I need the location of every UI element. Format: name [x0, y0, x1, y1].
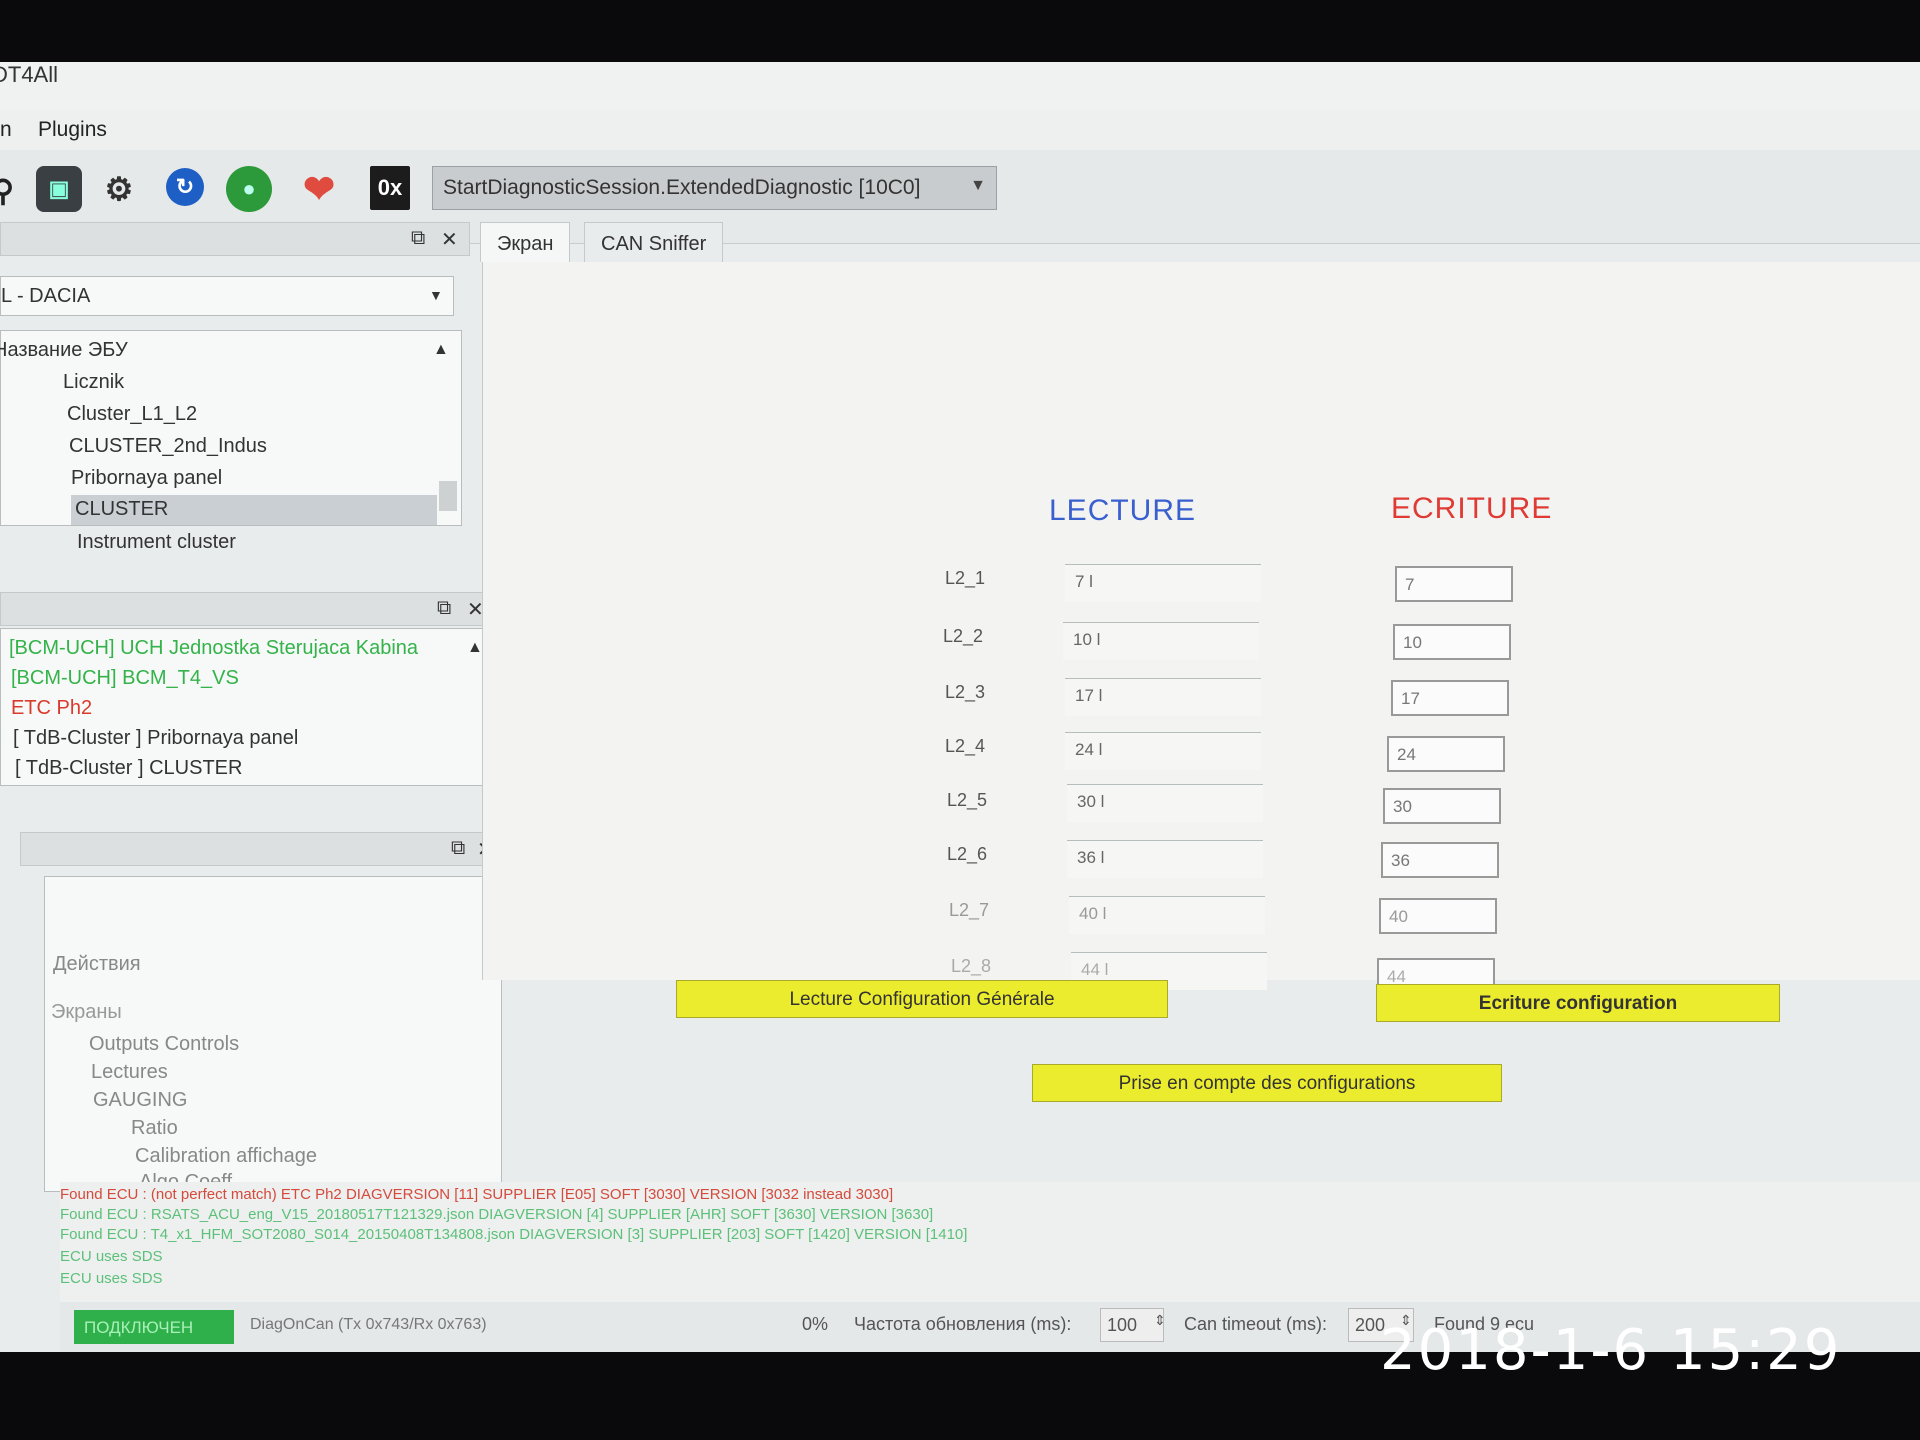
row-label: L2_7: [949, 900, 990, 920]
diagnostic-session-select[interactable]: StartDiagnosticSession.ExtendedDiagnosti…: [432, 166, 997, 210]
write-input[interactable]: 17: [1391, 680, 1509, 716]
ecu-dock-titlebar: ⧉ ✕: [0, 222, 470, 256]
row-label: L2_5: [947, 790, 988, 810]
row-label: L2_8: [951, 956, 992, 976]
ecu-list-scrollbar[interactable]: [439, 481, 457, 511]
tab-can-sniffer[interactable]: CAN Sniffer: [584, 222, 724, 262]
row-label: L2_4: [945, 736, 986, 756]
chevron-down-icon: ▼: [970, 177, 986, 194]
lecture-title: LECTURE: [1049, 494, 1197, 527]
found-ecu-item[interactable]: [BCM-UCH] BCM_T4_VS: [11, 667, 239, 690]
screens-tree-item[interactable]: GAUGING: [93, 1089, 187, 1112]
found-dock-titlebar: ⧉ ✕: [0, 592, 492, 626]
found-ecu-item[interactable]: [ TdB-Cluster ] Pribornaya panel: [13, 727, 298, 750]
write-input[interactable]: 30: [1383, 788, 1501, 824]
ecu-list-item[interactable]: Cluster_L1_L2: [67, 403, 197, 426]
row-label: L2_2: [943, 626, 984, 646]
found-ecu-item[interactable]: [BCM-UCH] UCH Jednostka Sterujaca Kabina: [9, 637, 418, 660]
screens-tree: Действия Экраны Outputs Controls Lecture…: [44, 876, 502, 1193]
connect-globe-icon[interactable]: ●: [226, 166, 272, 212]
log-line: ECU uses SDS: [60, 1248, 163, 1265]
vehicle-select[interactable]: L - DACIA ▼: [0, 276, 454, 316]
read-value: 30 l: [1067, 784, 1263, 822]
write-input[interactable]: 7: [1395, 566, 1513, 602]
screens-tree-item[interactable]: Outputs Controls: [89, 1033, 239, 1056]
log-line: Found ECU : T4_x1_HFM_SOT2080_S014_20150…: [60, 1226, 968, 1243]
ecu-list-item[interactable]: Licznik: [63, 371, 124, 394]
connection-status-badge: ПОДКЛЮЧЕН: [74, 1310, 234, 1344]
heartbeat-icon[interactable]: ❤: [296, 166, 342, 212]
float-dock-icon[interactable]: ⧉: [437, 597, 451, 620]
tab-screen[interactable]: Экран: [480, 222, 571, 262]
ecu-list-item-label: CLUSTER: [75, 498, 169, 520]
ecu-list-header: Название ЭБУ: [0, 339, 128, 361]
screens-tree-header: Действия: [53, 953, 141, 975]
menu-item-plugins[interactable]: Plugins: [38, 118, 107, 142]
screens-tree-item[interactable]: Ratio: [131, 1117, 178, 1140]
log-line: Found ECU : RSATS_ACU_eng_V15_20180517T1…: [60, 1206, 934, 1223]
log-line: Found ECU : (not perfect match) ETC Ph2 …: [60, 1186, 894, 1203]
settings-scan-icon[interactable]: ⚙: [96, 166, 142, 212]
row-label: L2_6: [947, 844, 988, 864]
read-value: 10 l: [1063, 622, 1259, 660]
refresh-rate-label: Частота обновления (ms):: [854, 1314, 1072, 1334]
ecu-list-item[interactable]: Instrument cluster: [77, 531, 236, 554]
chevron-up-icon[interactable]: ▲: [433, 341, 449, 359]
screens-tree-item[interactable]: Lectures: [91, 1061, 168, 1084]
float-dock-icon[interactable]: ⧉: [451, 837, 465, 860]
protocol-info: DiagOnCan (Tx 0x743/Rx 0x763): [250, 1316, 487, 1333]
read-value: 40 l: [1069, 896, 1265, 934]
read-value: 36 l: [1067, 840, 1263, 878]
screen-content: LECTURE ECRITURE L2_1 7 l 7 L2_2 10 l 10…: [482, 262, 1920, 994]
screens-dock-titlebar: ⧉ ✕: [20, 832, 496, 866]
row-label: L2_3: [945, 682, 986, 702]
read-value: 7 l: [1065, 564, 1261, 602]
ecu-list-item-selected[interactable]: CLUSTER: [71, 495, 437, 525]
log-line: ECU uses SDS: [60, 1270, 163, 1287]
ecu-list: Название ЭБУ Licznik Cluster_L1_L2 CLUST…: [0, 330, 462, 553]
read-value: 17 l: [1065, 678, 1261, 716]
prise-en-compte-button[interactable]: Prise en compte des configurations: [1032, 1064, 1502, 1102]
ecu-list-item[interactable]: CLUSTER_2nd_Indus: [69, 435, 267, 458]
title-bar: DT4All: [0, 62, 1920, 110]
write-input[interactable]: 40: [1379, 898, 1497, 934]
screens-tree-root[interactable]: Экраны: [51, 1001, 122, 1024]
menu-item-file[interactable]: n: [0, 118, 12, 142]
write-input[interactable]: 10: [1393, 624, 1511, 660]
vehicle-select-value: L - DACIA: [1, 285, 91, 307]
chevron-up-icon[interactable]: ▲: [467, 639, 483, 657]
search-icon[interactable]: ⚲: [0, 168, 26, 214]
spinner-icon[interactable]: ⇕: [1154, 1312, 1166, 1329]
lecture-configuration-button[interactable]: Lecture Configuration Générale: [676, 980, 1168, 1018]
close-icon[interactable]: ✕: [441, 227, 458, 252]
monitor-icon[interactable]: ▣: [36, 166, 82, 212]
screens-tree-item[interactable]: Calibration affichage: [135, 1145, 317, 1168]
ecu-list-item[interactable]: Pribornaya panel: [71, 467, 222, 490]
row-label: L2_1: [945, 568, 986, 588]
chevron-down-icon: ▼: [429, 287, 443, 303]
found-ecu-list: [BCM-UCH] UCH Jednostka Sterujaca Kabina…: [0, 628, 494, 786]
application-window: DT4All n Plugins ⚲ ▣ ⚙ ↻ ● ❤ 0x StartDia…: [0, 62, 1920, 1352]
menu-bar: n Plugins: [0, 110, 1920, 150]
write-input[interactable]: 36: [1381, 842, 1499, 878]
found-ecu-item[interactable]: [ TdB-Cluster ] CLUSTER: [15, 757, 242, 780]
found-ecu-item[interactable]: ETC Ph2: [11, 697, 92, 720]
ecriture-configuration-button[interactable]: Ecriture configuration: [1376, 984, 1780, 1022]
diagnostic-session-value: StartDiagnosticSession.ExtendedDiagnosti…: [443, 176, 921, 199]
photo-timestamp: 2018-1-6 15:29: [1380, 1318, 1842, 1383]
progress-percent: 0%: [802, 1314, 829, 1334]
read-value: 24 l: [1065, 732, 1261, 770]
float-dock-icon[interactable]: ⧉: [411, 227, 425, 250]
refresh-icon[interactable]: ↻: [166, 168, 204, 206]
can-timeout-label: Can timeout (ms):: [1184, 1314, 1328, 1334]
write-input[interactable]: 24: [1387, 736, 1505, 772]
window-title: DT4All: [0, 62, 59, 87]
hex-command-icon[interactable]: 0x: [370, 166, 410, 210]
ecriture-title: ECRITURE: [1391, 492, 1553, 525]
